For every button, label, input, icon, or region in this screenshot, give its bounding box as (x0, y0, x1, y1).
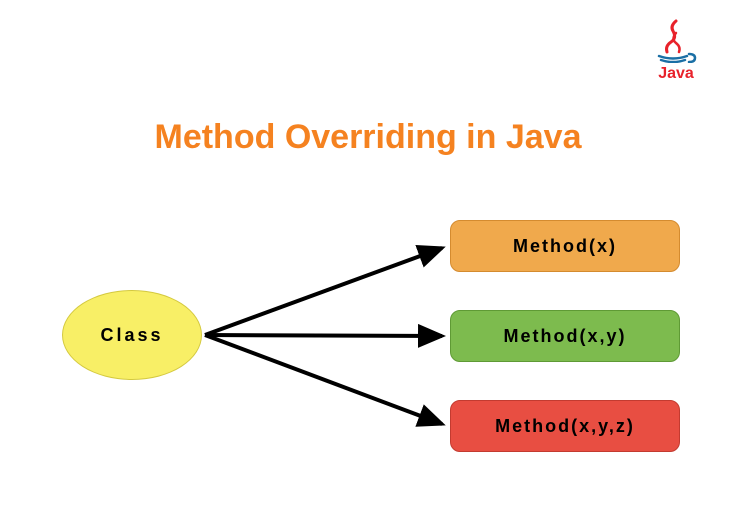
java-logo-text: Java (658, 65, 694, 83)
class-node: Class (62, 290, 202, 380)
arrow-1 (205, 248, 442, 335)
arrow-3 (205, 335, 442, 424)
java-steam-icon (651, 18, 701, 63)
method-box-3: Method(x,y,z) (450, 400, 680, 452)
method-box-1: Method(x) (450, 220, 680, 272)
java-logo: Java (646, 18, 706, 88)
method-box-2: Method(x,y) (450, 310, 680, 362)
arrow-2 (205, 335, 442, 336)
diagram-title: Method Overriding in Java (155, 118, 582, 157)
